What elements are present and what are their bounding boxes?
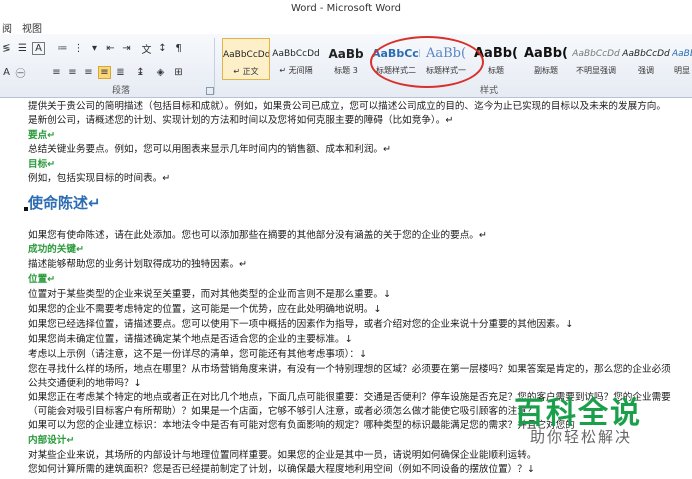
highlight-circle <box>370 36 484 88</box>
style-name: 标题 3 <box>334 66 358 75</box>
style-item-heading-3[interactable]: AaBb 标题 3 <box>322 38 370 80</box>
doc-line: 您在寻找什么样的场所，地点在哪里？从市场营销角度来讲，有没有一个特别理想的区域？… <box>28 364 671 375</box>
style-preview: AaBb <box>328 47 364 61</box>
heading-key-points: 要点↵ <box>28 130 56 141</box>
bullet-list-icon[interactable]: ☰ <box>16 42 29 55</box>
multilevel-list-icon[interactable]: ⋮ <box>72 42 85 55</box>
char-border-icon[interactable]: A <box>32 42 45 55</box>
doc-line: 公共交通便利的地带吗？↓ <box>28 378 142 389</box>
decrease-indent-icon[interactable]: ⇤ <box>104 42 117 55</box>
style-item-emphasis[interactable]: AaBbCcDd 强调 <box>622 38 670 80</box>
style-item-no-spacing[interactable]: AaBbCcDd ↵ 无间隔 <box>272 38 320 80</box>
sort-icon[interactable]: ≶ <box>0 42 13 55</box>
justify-icon[interactable]: ≡ <box>98 66 111 79</box>
doc-line: 如果您已经选择位置，请描述要点。您可以使用下一项中概括的因素作为指导，或者介绍对… <box>28 319 574 330</box>
numbered-list-icon[interactable]: ≔ <box>56 42 69 55</box>
style-item-normal[interactable]: AaBbCcDd ↵ 正文 <box>222 38 270 80</box>
style-name: ↵ 正文 <box>233 67 259 76</box>
doc-line: 例如，包括实现目标的时间表。↵ <box>28 173 171 184</box>
heading-interior-design: 内部设计↵ <box>28 435 75 446</box>
watermark-subtitle: 助你轻松解决 <box>530 428 633 446</box>
align-left-icon[interactable]: ≡ <box>50 66 63 79</box>
style-preview: AaBbCcDd <box>272 49 320 59</box>
style-preview: AaBbCcDd <box>622 49 670 59</box>
doc-line: 如果可以为您的企业建立标识：本地法令中是否有可能对您有负面影响的规定？哪种类型的… <box>28 420 575 431</box>
group-separator <box>214 38 215 94</box>
doc-line: （可能会对吸引目标客户有所帮助）？如果是一个店面，它够不够引人注意，或者必须怎么… <box>28 406 537 417</box>
doc-line: 如果您的企业不需要考虑特定的位置，这可能是一个优势，应在此处明确地说明。↓ <box>28 304 382 315</box>
line-spacing-icon[interactable]: ↨ <box>134 66 147 79</box>
paragraph-dialog-launcher-icon[interactable] <box>206 87 214 95</box>
show-marks-icon[interactable]: ¶ <box>172 42 185 55</box>
style-preview: AaBbCcDd <box>572 49 620 59</box>
doc-line: 如果您有使命陈述，请在此处添加。您也可以添加那些在摘要的其他部分没有涵盖的关于您… <box>28 230 487 241</box>
doc-line: 您如何计算所需的建筑面积？您是否已经提前制定了计划，以确保最大程度地利用空间（例… <box>28 464 535 475</box>
style-preview: AaBb( <box>524 46 568 61</box>
borders-icon[interactable]: ⊞ <box>172 66 185 79</box>
doc-line: 对某些企业来说，其场所的内部设计与地理位置同样重要。如果您的企业是其中一员，请说… <box>28 450 537 461</box>
heading-bullet-marker <box>24 207 28 211</box>
distributed-icon[interactable]: ≣ <box>114 66 127 79</box>
title-bar: Word - Microsoft Word <box>0 0 692 18</box>
heading-mission-statement: 使命陈述↵ <box>28 194 101 212</box>
heading-goals: 目标↵ <box>28 159 56 170</box>
heading-location: 位置↵ <box>28 274 56 285</box>
doc-line: 总结关键业务要点。例如，您可以用图表来显示几年时间内的销售额、成本和利润。↵ <box>28 144 392 155</box>
doc-line: 位置对于某些类型的企业来说至关重要，而对其他类型的企业而言则不是那么重要。↓ <box>28 289 392 300</box>
doc-line: 提供关于贵公司的简明描述（包括目标和成就）。例如，如果贵公司已成立，您可以描述公… <box>28 101 666 112</box>
paragraph-group-label: 段落 <box>112 86 131 96</box>
style-preview: AaBb <box>672 49 692 59</box>
enclose-char-icon[interactable]: ㊀ <box>14 66 27 80</box>
menu-item-review[interactable]: 阅 <box>2 20 12 35</box>
doc-line: 是新创公司，请概述您的计划、实现计划的方法和时间以及您将如何克服主要的障碍（比如… <box>28 115 454 126</box>
multilevel-list-dropdown-icon[interactable]: ▾ <box>88 42 101 55</box>
increase-indent-icon[interactable]: ⇥ <box>120 42 133 55</box>
align-center-icon[interactable]: ≡ <box>66 66 79 79</box>
doc-line: 如果您尚未确定位置，请描述确定某个地点是否适合您的企业的主要标准。↓ <box>28 334 353 345</box>
style-name: 副标题 <box>534 66 558 75</box>
watermark: 百科全说 助你轻松解决 <box>506 380 666 452</box>
style-preview: AaBbCcDd <box>223 50 270 60</box>
doc-line: 考虑以上示例（请注意，这不是一份详尽的清单，您可能还有其他考虑事项）：↓ <box>28 349 368 360</box>
menu-bar: 阅 视图 <box>0 18 692 35</box>
window-title: Word - Microsoft Word <box>290 3 402 14</box>
style-name: 明显 <box>674 66 690 75</box>
style-name: ↵ 无间隔 <box>279 66 313 75</box>
style-name: 不明显强调 <box>576 66 616 75</box>
align-right-icon[interactable]: ≡ <box>82 66 95 79</box>
doc-line: 描述能够帮助您的业务计划取得成功的独特因素。↵ <box>28 259 248 270</box>
style-item-subtle-emphasis[interactable]: AaBbCcDd 不明显强调 <box>572 38 620 80</box>
chinese-layout-icon[interactable]: 文 <box>140 42 153 56</box>
style-name: 强调 <box>638 66 654 75</box>
heading-keys-to-success: 成功的关键↵ <box>28 244 85 255</box>
menu-item-view[interactable]: 视图 <box>22 20 42 35</box>
style-item-intense[interactable]: AaBb 明显 <box>672 38 692 80</box>
style-item-subtitle[interactable]: AaBb( 副标题 <box>522 38 570 80</box>
styles-group-label: 样式 <box>480 86 499 96</box>
sort-az-icon[interactable]: ↕ <box>156 42 169 55</box>
font-color-icon[interactable]: A <box>0 66 13 79</box>
shading-icon[interactable]: ◈ <box>154 66 167 79</box>
